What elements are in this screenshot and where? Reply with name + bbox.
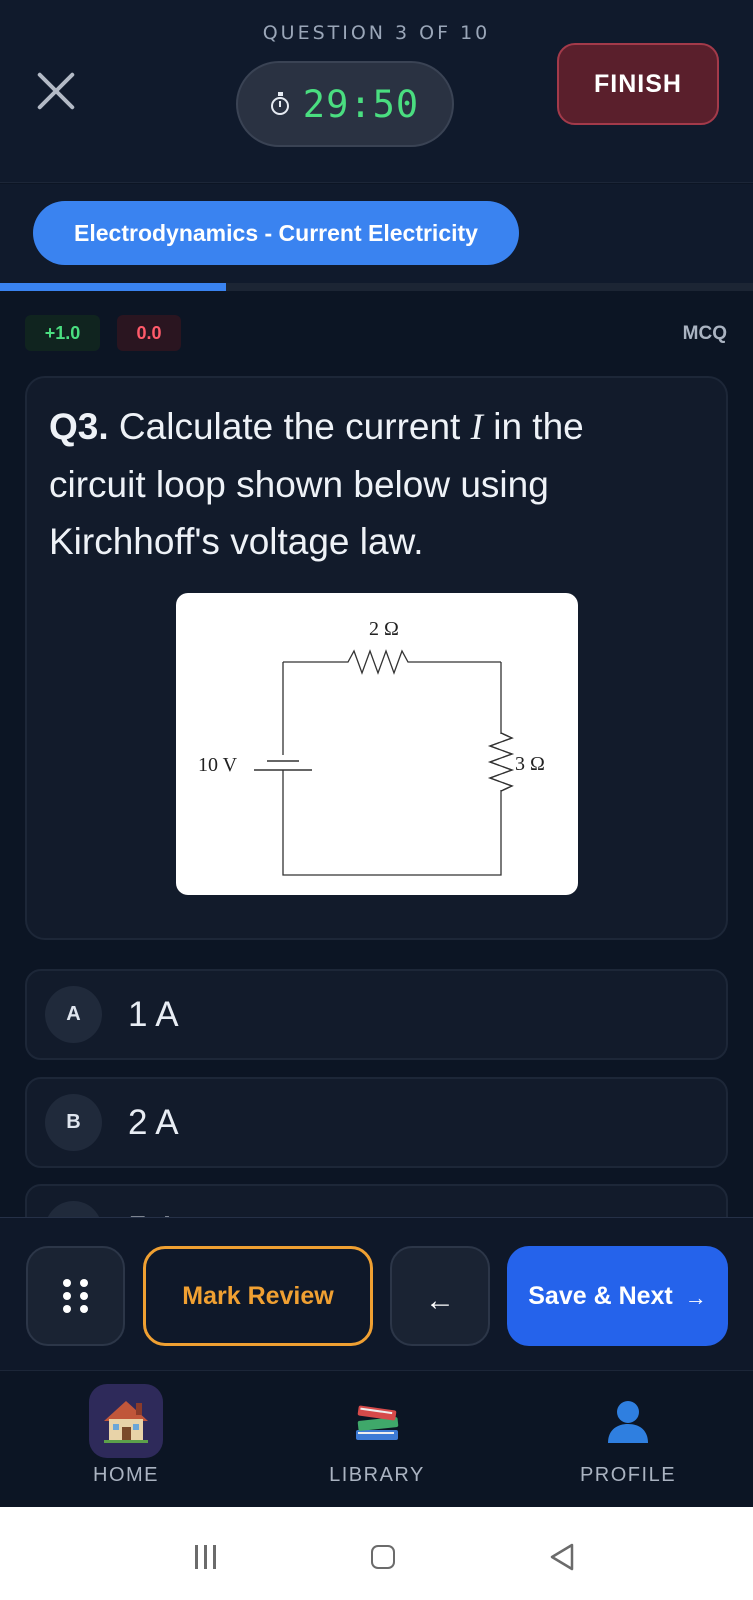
topic-row: Electrodynamics - Current Electricity [0,184,753,284]
question-grid-button[interactable] [26,1246,125,1346]
circuit-wire-left-bottom [282,662,502,876]
topic-chip[interactable]: Electrodynamics - Current Electricity [33,201,519,265]
option-a[interactable]: A 1 A [25,969,728,1060]
top-resistor-label: 2 Ω [369,618,399,640]
circuit-wire-top [283,649,501,675]
nav-library[interactable]: LIBRARY [297,1384,457,1499]
question-text: Q3. Calculate the current I in the circu… [49,398,689,570]
source-label: 10 V [198,754,238,776]
negative-marks-badge: 0.0 [117,315,181,351]
question-type-label: MCQ [682,323,727,344]
positive-marks-badge: +1.0 [25,315,100,351]
right-resistor-label: 3 Ω [515,753,545,775]
nav-profile[interactable]: PROFILE [548,1384,708,1499]
question-variable: I [470,407,483,448]
circuit-diagram: 10 V 2 Ω 3 Ω [176,593,578,895]
stopwatch-icon [270,91,289,115]
top-bar: QUESTION 3 OF 10 29:50 FINISH [0,0,753,183]
previous-button[interactable]: ← [390,1246,490,1346]
option-text: 2 A [128,1103,179,1142]
timer-value: 29:50 [302,82,420,126]
option-b[interactable]: B 2 A [25,1077,728,1168]
nav-home-label: HOME [93,1464,159,1486]
person-icon [591,1384,665,1458]
finish-button[interactable]: FINISH [557,43,719,125]
arrow-left-icon: ← [425,1284,455,1317]
bottom-nav: HOME LIBRARY PROFILE [0,1372,753,1507]
arrow-right-icon: → [684,1285,707,1310]
mark-review-button[interactable]: Mark Review [143,1246,373,1346]
progress-bar [0,283,753,291]
close-icon[interactable] [30,65,82,117]
progress-fill [0,283,226,291]
question-counter: QUESTION 3 OF 10 [262,22,491,44]
nav-profile-label: PROFILE [579,1464,677,1486]
nav-library-label: LIBRARY [329,1464,425,1486]
save-next-button[interactable]: Save & Next → [507,1246,728,1346]
option-letter: A [45,986,102,1043]
save-next-label: Save & Next [528,1281,673,1310]
circuit-svg: 10 V 2 Ω 3 Ω [198,618,545,876]
system-nav-bar [0,1507,753,1600]
back-triangle-icon[interactable] [549,1543,575,1571]
question-number: Q3. [49,406,109,447]
option-text: 1 A [128,995,179,1034]
timer-pill: 29:50 [236,61,454,147]
books-icon [340,1384,414,1458]
recent-apps-icon[interactable] [193,1545,217,1569]
home-button-icon[interactable] [371,1545,395,1569]
nav-home[interactable]: HOME [46,1384,206,1499]
house-icon [89,1384,163,1458]
question-card: Q3. Calculate the current I in the circu… [25,376,728,940]
action-bar: Mark Review ← Save & Next → [0,1217,753,1371]
question-text-before: Calculate the current [108,406,471,447]
option-letter: B [45,1094,102,1151]
dots-grid-icon [63,1279,88,1313]
